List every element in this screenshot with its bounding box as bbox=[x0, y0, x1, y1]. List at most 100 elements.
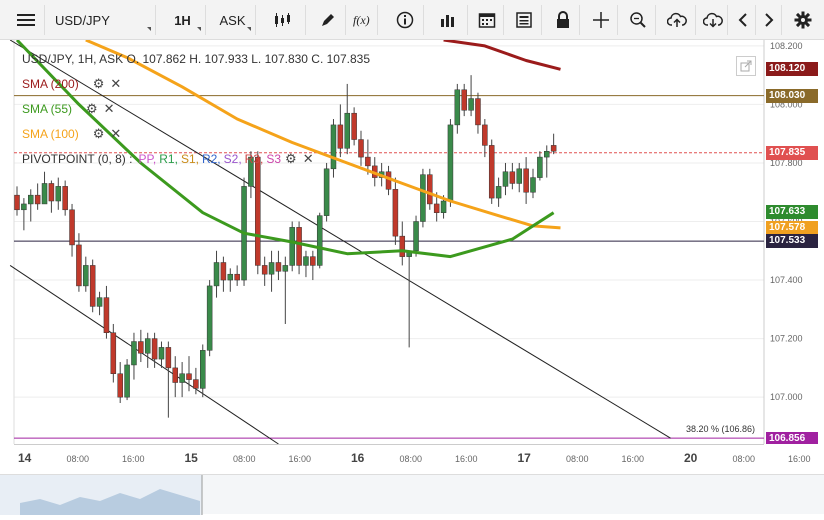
candle-body bbox=[96, 297, 103, 307]
candle-body bbox=[227, 273, 234, 281]
candle-body bbox=[165, 347, 172, 369]
draw-tool-button[interactable] bbox=[310, 5, 346, 35]
download-button[interactable] bbox=[698, 5, 728, 35]
sma100-legend: SMA (100) ⚙ ✕ bbox=[22, 127, 121, 141]
candle-body bbox=[337, 124, 344, 149]
candle-body bbox=[399, 235, 406, 257]
function-icon: f(x) bbox=[353, 13, 370, 27]
candle-body bbox=[282, 265, 289, 272]
chevron-left-icon bbox=[738, 13, 747, 27]
pencil-icon bbox=[321, 14, 334, 26]
candle-body bbox=[200, 350, 206, 389]
close-icon[interactable]: ✕ bbox=[110, 77, 121, 90]
time-tick-label: 16:00 bbox=[622, 454, 645, 464]
scroll-back-button[interactable] bbox=[730, 5, 756, 35]
candle-body bbox=[427, 174, 433, 205]
ohlc-legend: USD/JPY, 1H, ASK O. 107.862 H. 107.933 L… bbox=[22, 52, 371, 66]
info-icon bbox=[396, 11, 413, 29]
candle-body bbox=[440, 200, 447, 213]
pivot-item-label: S3 bbox=[266, 152, 282, 166]
price-tag: 107.633 bbox=[766, 204, 818, 219]
candle-body bbox=[537, 156, 543, 178]
chart-type-button[interactable] bbox=[260, 5, 306, 35]
time-tick-label: 16:00 bbox=[122, 454, 145, 464]
gear-icon[interactable]: ⚙ bbox=[93, 77, 105, 90]
candle-body bbox=[330, 124, 337, 170]
volume-button[interactable] bbox=[428, 5, 468, 35]
fib-level-label: 38.20 % (106.86) bbox=[686, 424, 756, 434]
time-tick-label: 08:00 bbox=[566, 454, 589, 464]
pivot-items: PP, R1, S1, R2, S2, R3, S3 bbox=[135, 152, 281, 166]
candle-body bbox=[550, 145, 557, 152]
candle-body bbox=[14, 194, 20, 211]
candle-body bbox=[502, 171, 509, 187]
candle-body bbox=[413, 221, 419, 252]
y-tick-label: 107.200 bbox=[770, 334, 803, 344]
indicator-button[interactable]: f(x) bbox=[348, 5, 378, 35]
chart-area[interactable]: 108.200108.000107.800107.600107.400107.2… bbox=[0, 40, 824, 515]
candle-body bbox=[316, 215, 323, 266]
chevron-down-icon bbox=[247, 27, 251, 31]
sma200-legend: SMA (200) ⚙ ✕ bbox=[22, 77, 121, 91]
menu-button[interactable] bbox=[10, 5, 42, 35]
candle-body bbox=[110, 332, 117, 374]
candle-body bbox=[482, 124, 488, 146]
gear-icon[interactable]: ⚙ bbox=[93, 127, 105, 140]
candle-body bbox=[83, 265, 89, 287]
candle-body bbox=[530, 177, 536, 193]
pivot-label: PIVOTPOINT (0, 8) : bbox=[22, 152, 133, 166]
pivot-item-label: R1, bbox=[159, 152, 178, 166]
gear-icon[interactable]: ⚙ bbox=[86, 102, 98, 115]
candle-body bbox=[461, 89, 467, 111]
candle-body bbox=[488, 145, 495, 199]
popout-button[interactable] bbox=[736, 56, 756, 76]
price-tag: 108.120 bbox=[766, 62, 818, 77]
date-tick-label: 20 bbox=[684, 451, 698, 465]
candle-body bbox=[48, 183, 55, 202]
time-axis: 14 08:00 16:00 15 08:00 16:00 16 08:00 16:00 17 08… bbox=[0, 444, 824, 474]
news-button[interactable] bbox=[506, 5, 542, 35]
info-button[interactable] bbox=[386, 5, 424, 35]
candle-body bbox=[351, 112, 357, 140]
calendar-button[interactable] bbox=[470, 5, 504, 35]
price-tag: 108.030 bbox=[766, 88, 818, 103]
candle-body bbox=[447, 124, 454, 202]
gear-icon[interactable]: ⚙ bbox=[285, 152, 297, 165]
candle-body bbox=[34, 194, 41, 205]
chart-app: USD/JPY 1H ASK f(x) 108.200 108.000 107.… bbox=[0, 0, 824, 515]
pivot-item-label: S2, bbox=[223, 152, 242, 166]
candle-body bbox=[62, 186, 68, 211]
lock-icon bbox=[556, 11, 569, 28]
date-tick-label: 17 bbox=[518, 451, 532, 465]
candlestick-icon bbox=[274, 13, 290, 27]
chevron-down-icon bbox=[147, 27, 151, 31]
symbol-selector[interactable]: USD/JPY bbox=[44, 5, 156, 35]
candle-body bbox=[158, 347, 165, 360]
candle-body bbox=[275, 262, 282, 272]
chart-navigator[interactable] bbox=[0, 474, 824, 515]
candle-body bbox=[268, 262, 275, 275]
settings-button[interactable] bbox=[788, 5, 818, 35]
candle-body bbox=[392, 189, 399, 237]
candle-body bbox=[69, 209, 75, 246]
close-icon[interactable]: ✕ bbox=[104, 102, 115, 115]
crosshair-button[interactable] bbox=[584, 5, 618, 35]
candle-body bbox=[89, 265, 96, 307]
close-icon[interactable]: ✕ bbox=[110, 127, 121, 140]
scroll-forward-button[interactable] bbox=[756, 5, 782, 35]
trend-line bbox=[9, 265, 279, 445]
calendar-icon bbox=[478, 13, 495, 28]
candle-body bbox=[172, 367, 178, 383]
timeframe-selector[interactable]: 1H bbox=[160, 5, 206, 35]
zoom-button[interactable] bbox=[620, 5, 656, 35]
time-tick-label: 08:00 bbox=[400, 454, 423, 464]
price-chart[interactable]: 108.200108.000107.800107.600107.400107.2… bbox=[0, 40, 824, 474]
candle-body bbox=[103, 297, 110, 334]
candle-body bbox=[495, 186, 502, 199]
candle-body bbox=[144, 338, 151, 354]
close-icon[interactable]: ✕ bbox=[303, 152, 314, 165]
chevron-down-icon bbox=[197, 27, 201, 31]
lock-button[interactable] bbox=[546, 5, 580, 35]
upload-button[interactable] bbox=[658, 5, 696, 35]
price-type-selector[interactable]: ASK bbox=[210, 5, 256, 35]
